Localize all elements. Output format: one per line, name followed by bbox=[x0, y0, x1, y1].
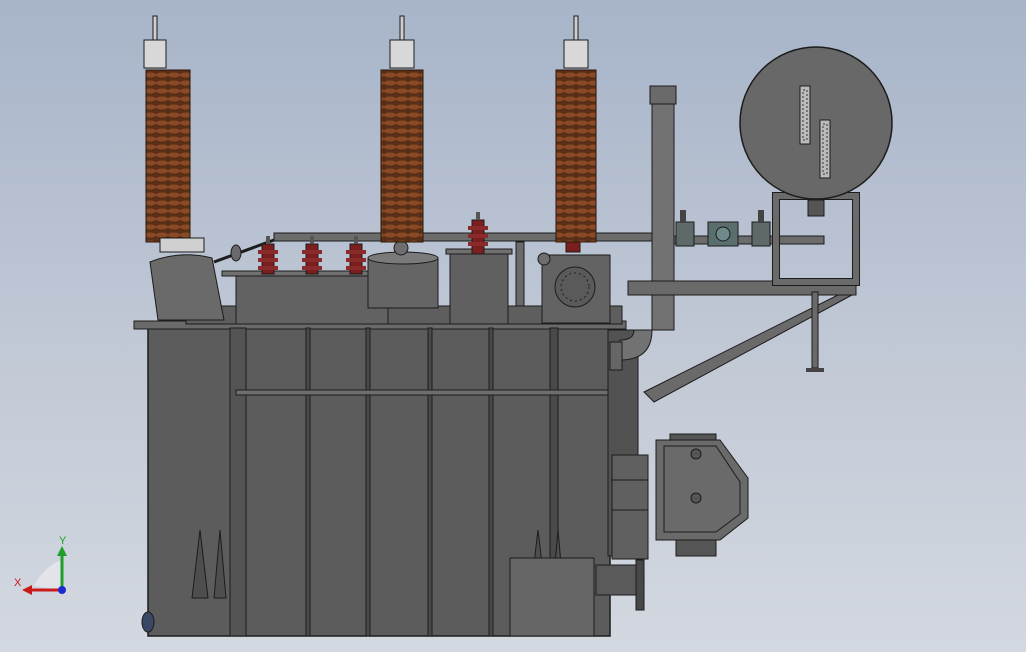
lv-bushing-3 bbox=[346, 236, 366, 275]
main-tank bbox=[133, 320, 649, 637]
lv-bushing-2 bbox=[302, 236, 322, 275]
hv-bushing-left bbox=[143, 15, 205, 253]
hv-bushing-middle bbox=[380, 15, 424, 243]
y-axis-label: Y bbox=[59, 535, 67, 547]
conservator-tank bbox=[739, 46, 893, 200]
transformer-model[interactable]: Y X bbox=[0, 0, 1026, 652]
x-axis-label: X bbox=[14, 577, 22, 589]
hv-bushing-right bbox=[555, 15, 597, 243]
cad-viewport[interactable]: Y X bbox=[0, 0, 1026, 652]
z-axis-dot bbox=[58, 586, 66, 594]
lv-bushing-1 bbox=[258, 236, 278, 275]
tap-changer-box bbox=[655, 433, 749, 557]
tank-cover-equipment bbox=[149, 232, 825, 325]
coordinate-triad[interactable]: Y X bbox=[14, 535, 67, 595]
